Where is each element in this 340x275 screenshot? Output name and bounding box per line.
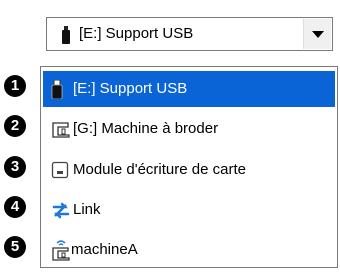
number-badge-2: 2 [4, 115, 26, 137]
dropdown-button[interactable] [303, 19, 331, 49]
list-item-embroidery-machine[interactable]: [G:] Machine à broder [43, 111, 335, 147]
usb-drive-icon [62, 26, 70, 44]
list-item-machine-a[interactable]: machineA [43, 232, 335, 268]
drive-combo-box[interactable]: [E:] Support USB [46, 17, 333, 51]
number-badge-3: 3 [4, 156, 26, 178]
drive-dropdown-list: [E:] Support USB [G:] Machine à broder M… [40, 66, 338, 268]
combo-selected-label: [E:] Support USB [79, 25, 194, 42]
number-badge-1: 1 [4, 75, 26, 97]
list-item-label: [E:] Support USB [73, 80, 188, 97]
list-item-label: Module d'écriture de carte [73, 161, 246, 178]
list-item-label: [G:] Machine à broder [73, 120, 219, 137]
embroidery-machine-icon [52, 122, 70, 138]
wireless-machine-icon [52, 240, 70, 261]
list-item-label: Link [73, 201, 101, 218]
usb-drive-icon [51, 80, 63, 99]
chevron-down-icon [312, 31, 324, 38]
list-item-card-writer[interactable]: Module d'écriture de carte [43, 152, 335, 188]
number-badge-4: 4 [4, 196, 26, 218]
list-item-usb-support[interactable]: [E:] Support USB [43, 71, 335, 107]
link-arrows-icon [52, 202, 70, 219]
number-badge-5: 5 [4, 236, 26, 258]
list-item-link[interactable]: Link [43, 192, 335, 228]
card-writer-icon [51, 161, 69, 179]
list-item-label: machineA [71, 241, 138, 258]
